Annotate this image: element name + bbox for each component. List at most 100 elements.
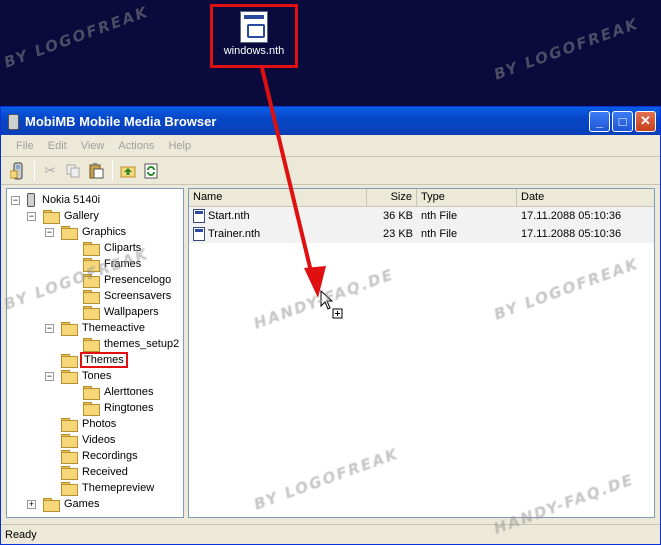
tree-item-photos[interactable]: Photos [61,416,118,432]
phone-info-button[interactable] [7,160,29,182]
file-date: 17.11.2088 05:10:36 [521,228,622,240]
tree-label: themes_setup2 [104,338,180,350]
tree-label: Nokia 5140i [42,194,101,206]
folder-icon [61,370,78,384]
tree-label: Cliparts [104,242,142,254]
desktop-file-windows-nth[interactable]: windows.nth [210,4,298,68]
list-item[interactable]: Start.nth 36 KB nth File 17.11.2088 05:1… [189,207,654,225]
folder-icon [83,290,100,304]
paste-icon [89,162,104,178]
folder-icon [43,498,60,512]
file-name: Start.nth [208,209,250,222]
column-header-name[interactable]: Name [189,189,367,206]
list-item[interactable]: Trainer.nth 23 KB nth File 17.11.2088 05… [189,225,654,243]
tree-item-themes-setup2[interactable]: themes_setup2 [83,336,181,352]
tree-item-themepreview[interactable]: Themepreview [61,480,156,496]
close-icon: ✕ [640,113,651,128]
phone-icon [27,193,35,207]
tree-item-recordings[interactable]: Recordings [61,448,140,464]
menu-bar: File Edit View Actions Help [1,135,660,157]
tree-label: Themeactive [82,322,145,334]
column-header-type[interactable]: Type [417,189,517,206]
tree-item-games[interactable]: Games [43,496,101,512]
copy-button[interactable] [62,160,84,182]
refresh-icon [144,163,158,178]
expander-themeactive[interactable]: − [45,324,54,333]
tree-item-presencelogo[interactable]: Presencelogo [83,272,173,288]
tree-label: Recordings [82,450,138,462]
list-header: Name Size Type Date [189,189,654,207]
expander-tones[interactable]: − [45,372,54,381]
nth-file-icon [193,227,205,241]
tree-label: Gallery [64,210,99,222]
tree-label: Tones [82,370,112,382]
window-title: MobiMB Mobile Media Browser [25,113,217,129]
expander-games[interactable]: + [27,500,36,509]
folder-icon [61,226,78,240]
file-size: 36 KB [383,210,413,222]
tree-item-gallery[interactable]: Gallery [43,208,101,224]
file-list[interactable]: Name Size Type Date Start.nth 36 KB nth … [188,188,655,518]
minimize-button[interactable]: _ [589,110,610,132]
expander-nokia[interactable]: − [11,196,20,205]
folder-icon [61,418,78,432]
copy-icon [66,164,80,177]
tree-item-frames[interactable]: Frames [83,256,143,272]
folder-icon [83,386,100,400]
folder-icon [61,434,78,448]
tree-item-themeactive[interactable]: Themeactive [61,320,147,336]
tree-label: Themepreview [82,482,155,494]
folder-icon [43,210,60,224]
refresh-button[interactable] [140,160,162,182]
menu-actions[interactable]: Actions [111,140,161,152]
maximize-button[interactable]: □ [612,110,633,132]
folder-tree[interactable]: − Nokia 5140i − Gallery − Graphics Clipa… [6,188,184,518]
tree-item-tones[interactable]: Tones [61,368,113,384]
file-type: nth File [421,210,458,222]
tree-item-themes[interactable]: Themes [61,352,128,368]
paste-button[interactable] [85,160,107,182]
up-folder-icon [120,166,136,177]
toolbar-separator [112,160,113,181]
tree-item-graphics[interactable]: Graphics [61,224,128,240]
tree-label: Ringtones [104,402,154,414]
menu-help[interactable]: Help [161,140,198,152]
folder-icon [61,322,78,336]
folder-icon [61,450,78,464]
tree-item-wallpapers[interactable]: Wallpapers [83,304,161,320]
tree-item-nokia-5140i[interactable]: Nokia 5140i [27,192,102,208]
minimize-icon: _ [595,113,604,129]
tree-item-videos[interactable]: Videos [61,432,117,448]
expander-gallery[interactable]: − [27,212,36,221]
cut-button[interactable]: ✂ [39,160,61,182]
tree-item-ringtones[interactable]: Ringtones [83,400,156,416]
watermark-text: BY LOGOFREAK [491,14,642,84]
tree-label: Frames [104,258,142,270]
toolbar: ✂ [1,157,660,185]
tree-label: Presencelogo [104,274,172,286]
up-folder-button[interactable] [117,160,139,182]
desktop-file-label: windows.nth [223,45,285,57]
expander-graphics[interactable]: − [45,228,54,237]
drag-cursor-icon [320,290,343,319]
app-icon [5,113,21,130]
tree-item-received[interactable]: Received [61,464,130,480]
title-bar[interactable]: MobiMB Mobile Media Browser _ □ ✕ [1,107,660,135]
file-type: nth File [421,228,458,240]
main-content: − Nokia 5140i − Gallery − Graphics Clipa… [6,188,655,518]
file-size: 23 KB [383,228,413,240]
close-button[interactable]: ✕ [635,110,656,132]
tree-label: Received [82,466,128,478]
folder-icon [83,242,100,256]
column-header-size[interactable]: Size [367,189,417,206]
tree-item-screensavers[interactable]: Screensavers [83,288,173,304]
menu-edit[interactable]: Edit [41,140,74,152]
menu-view[interactable]: View [74,140,112,152]
tree-item-cliparts[interactable]: Cliparts [83,240,143,256]
menu-file[interactable]: File [9,140,41,152]
tree-item-alerttones[interactable]: Alerttones [83,384,156,400]
toolbar-separator [34,160,35,181]
maximize-icon: □ [618,113,627,129]
column-header-date[interactable]: Date [517,189,654,206]
nth-file-icon [193,209,205,223]
